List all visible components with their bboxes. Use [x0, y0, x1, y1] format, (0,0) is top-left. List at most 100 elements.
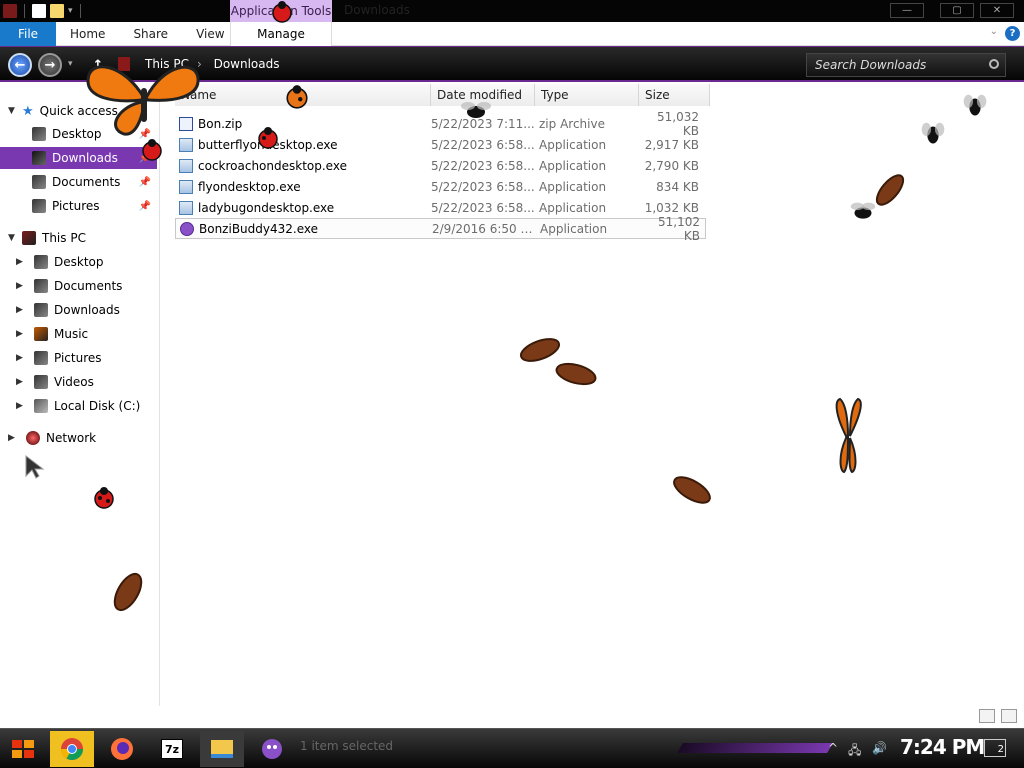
start-button[interactable]	[4, 732, 42, 766]
large-icons-view-icon[interactable]	[1001, 709, 1017, 723]
help-button[interactable]: ?	[1005, 26, 1020, 41]
file-row[interactable]: flyondesktop.exe 5/22/2023 6:58... Applica…	[175, 176, 706, 197]
expand-arrow-icon[interactable]: ▶	[8, 433, 16, 443]
search-input[interactable]: Search Downloads	[806, 53, 1006, 77]
tab-home[interactable]: Home	[56, 27, 119, 41]
notification-center-button[interactable]: 2	[984, 739, 1006, 757]
nav-label: Documents	[52, 175, 121, 189]
ladybug-icon	[258, 127, 278, 149]
desktop-icon	[32, 127, 46, 141]
nav-pc-pictures[interactable]: ▶ Pictures	[0, 347, 157, 369]
properties-icon[interactable]	[32, 4, 46, 18]
cockroach-icon	[555, 362, 597, 386]
expand-arrow-icon[interactable]: ▶	[16, 353, 24, 363]
details-view-icon[interactable]	[979, 709, 995, 723]
qat-dropdown-icon[interactable]: ▾	[68, 6, 73, 16]
tab-file[interactable]: File	[0, 21, 56, 46]
file-name: cockroachondesktop.exe	[198, 158, 347, 173]
search-placeholder: Search Downloads	[815, 58, 927, 72]
network-icon	[26, 431, 40, 445]
music-icon	[34, 327, 48, 341]
collapse-arrow-icon[interactable]: ▼	[8, 106, 16, 116]
file-name: ladybugondesktop.exe	[198, 200, 335, 215]
taskbar-accent-strip	[677, 743, 833, 753]
expand-arrow-icon[interactable]: ▶	[16, 257, 24, 267]
file-type: Application	[540, 221, 608, 236]
maximize-button[interactable]: ▢	[940, 3, 974, 18]
taskbar-7zip[interactable]: 7z	[150, 731, 194, 767]
file-name-cell[interactable]: butterflyondesktop.exe	[175, 137, 431, 152]
drive-icon	[34, 399, 48, 413]
expand-arrow-icon[interactable]: ▶	[16, 281, 24, 291]
nav-quick-documents[interactable]: Documents 📌	[0, 171, 157, 193]
tab-manage[interactable]: Manage	[230, 22, 332, 46]
minimize-button[interactable]: —	[890, 3, 924, 18]
start-logo-icon	[12, 740, 34, 758]
expand-arrow-icon[interactable]: ▶	[16, 329, 24, 339]
close-button[interactable]: ✕	[980, 3, 1014, 18]
file-name-cell[interactable]: cockroachondesktop.exe	[175, 158, 431, 173]
ribbon-expand-icon[interactable]: ⌄	[990, 26, 998, 37]
file-row[interactable]: ladybugondesktop.exe 5/22/2023 6:58... App…	[175, 197, 706, 218]
nav-pc-desktop[interactable]: ▶ Desktop	[0, 251, 157, 273]
file-name-cell[interactable]: flyondesktop.exe	[175, 179, 431, 194]
fly-icon	[963, 94, 987, 116]
mouse-cursor-icon	[25, 454, 45, 479]
notification-count: 2	[997, 744, 1004, 755]
file-name-cell[interactable]: ladybugondesktop.exe	[175, 200, 431, 215]
nav-quick-downloads[interactable]: Downloads 📌	[0, 147, 157, 169]
file-name-cell[interactable]: Bon.zip	[175, 116, 431, 131]
qat-separator	[24, 4, 25, 18]
recent-locations-icon[interactable]: ▾	[68, 59, 73, 69]
file-row[interactable]: Bon.zip 5/22/2023 7:11... zip Archive 51,03…	[175, 110, 706, 138]
file-size: 2,790 KB	[644, 158, 699, 173]
ladybug-icon	[286, 85, 308, 109]
expand-arrow-icon[interactable]: ▶	[16, 401, 24, 411]
file-name: BonziBuddy432.exe	[199, 221, 318, 236]
taskbar-bonzibuddy[interactable]	[250, 731, 294, 767]
exe-icon	[179, 137, 193, 152]
file-date: 5/22/2023 6:58...	[431, 179, 535, 194]
nav-pc-local-disk[interactable]: ▶ Local Disk (C:)	[0, 395, 157, 417]
nav-pc-documents[interactable]: ▶ Documents	[0, 275, 157, 297]
network-tray-icon[interactable]: 🖧	[848, 741, 861, 762]
column-size[interactable]: Size	[639, 83, 710, 106]
file-name-cell[interactable]: BonziBuddy432.exe	[176, 221, 432, 236]
column-header: Name Date modified Type Size	[175, 83, 710, 106]
column-type[interactable]: Type	[535, 83, 639, 106]
clock[interactable]: 7:24 PM	[900, 735, 985, 759]
volume-icon[interactable]: 🔊	[872, 741, 887, 755]
nav-pc-music[interactable]: ▶ Music	[0, 323, 157, 345]
taskbar-file-explorer[interactable]	[200, 731, 244, 767]
app-icon[interactable]	[3, 4, 17, 18]
nav-label: Desktop	[54, 255, 104, 269]
file-row[interactable]: butterflyondesktop.exe5/22/2023 6:58... A…	[175, 134, 706, 155]
documents-icon	[34, 279, 48, 293]
nav-network[interactable]: ▶ Network	[0, 427, 157, 449]
file-row[interactable]: BonziBuddy432.exe 2/9/2016 6:50 AM Applica…	[175, 215, 706, 243]
ribbon-tabs: File Home Share View Manage ⌄ ?	[0, 21, 1024, 46]
collapse-arrow-icon[interactable]: ▼	[8, 233, 16, 243]
file-row[interactable]: cockroachondesktop.exe 5/22/2023 6:58... A…	[175, 155, 706, 176]
nav-pc-downloads[interactable]: ▶ Downloads	[0, 299, 157, 321]
fly-icon	[850, 202, 876, 219]
title-bar: ▾ Application Tools Downloads — ▢ ✕	[0, 0, 1024, 22]
taskbar-firefox[interactable]	[100, 731, 144, 767]
new-folder-icon[interactable]	[50, 4, 64, 18]
pictures-icon	[32, 199, 46, 213]
forward-button[interactable]: →	[38, 53, 62, 77]
tray-overflow-icon[interactable]: ^	[828, 741, 838, 755]
taskbar: 7z 1 item selected ^ 🖧 🔊 7:24 PM 2	[0, 728, 1024, 768]
nav-label: Downloads	[54, 303, 120, 317]
back-button[interactable]: ←	[8, 53, 32, 77]
ladybug-icon	[142, 139, 162, 161]
nav-pc-videos[interactable]: ▶ Videos	[0, 371, 157, 393]
pictures-icon	[34, 351, 48, 365]
breadcrumb-downloads[interactable]: Downloads	[214, 57, 280, 71]
tab-share[interactable]: Share	[119, 27, 182, 41]
expand-arrow-icon[interactable]: ▶	[16, 377, 24, 387]
nav-this-pc[interactable]: ▼ This PC	[0, 227, 157, 249]
nav-quick-pictures[interactable]: Pictures 📌	[0, 195, 157, 217]
taskbar-chrome[interactable]	[50, 731, 94, 767]
expand-arrow-icon[interactable]: ▶	[16, 305, 24, 315]
